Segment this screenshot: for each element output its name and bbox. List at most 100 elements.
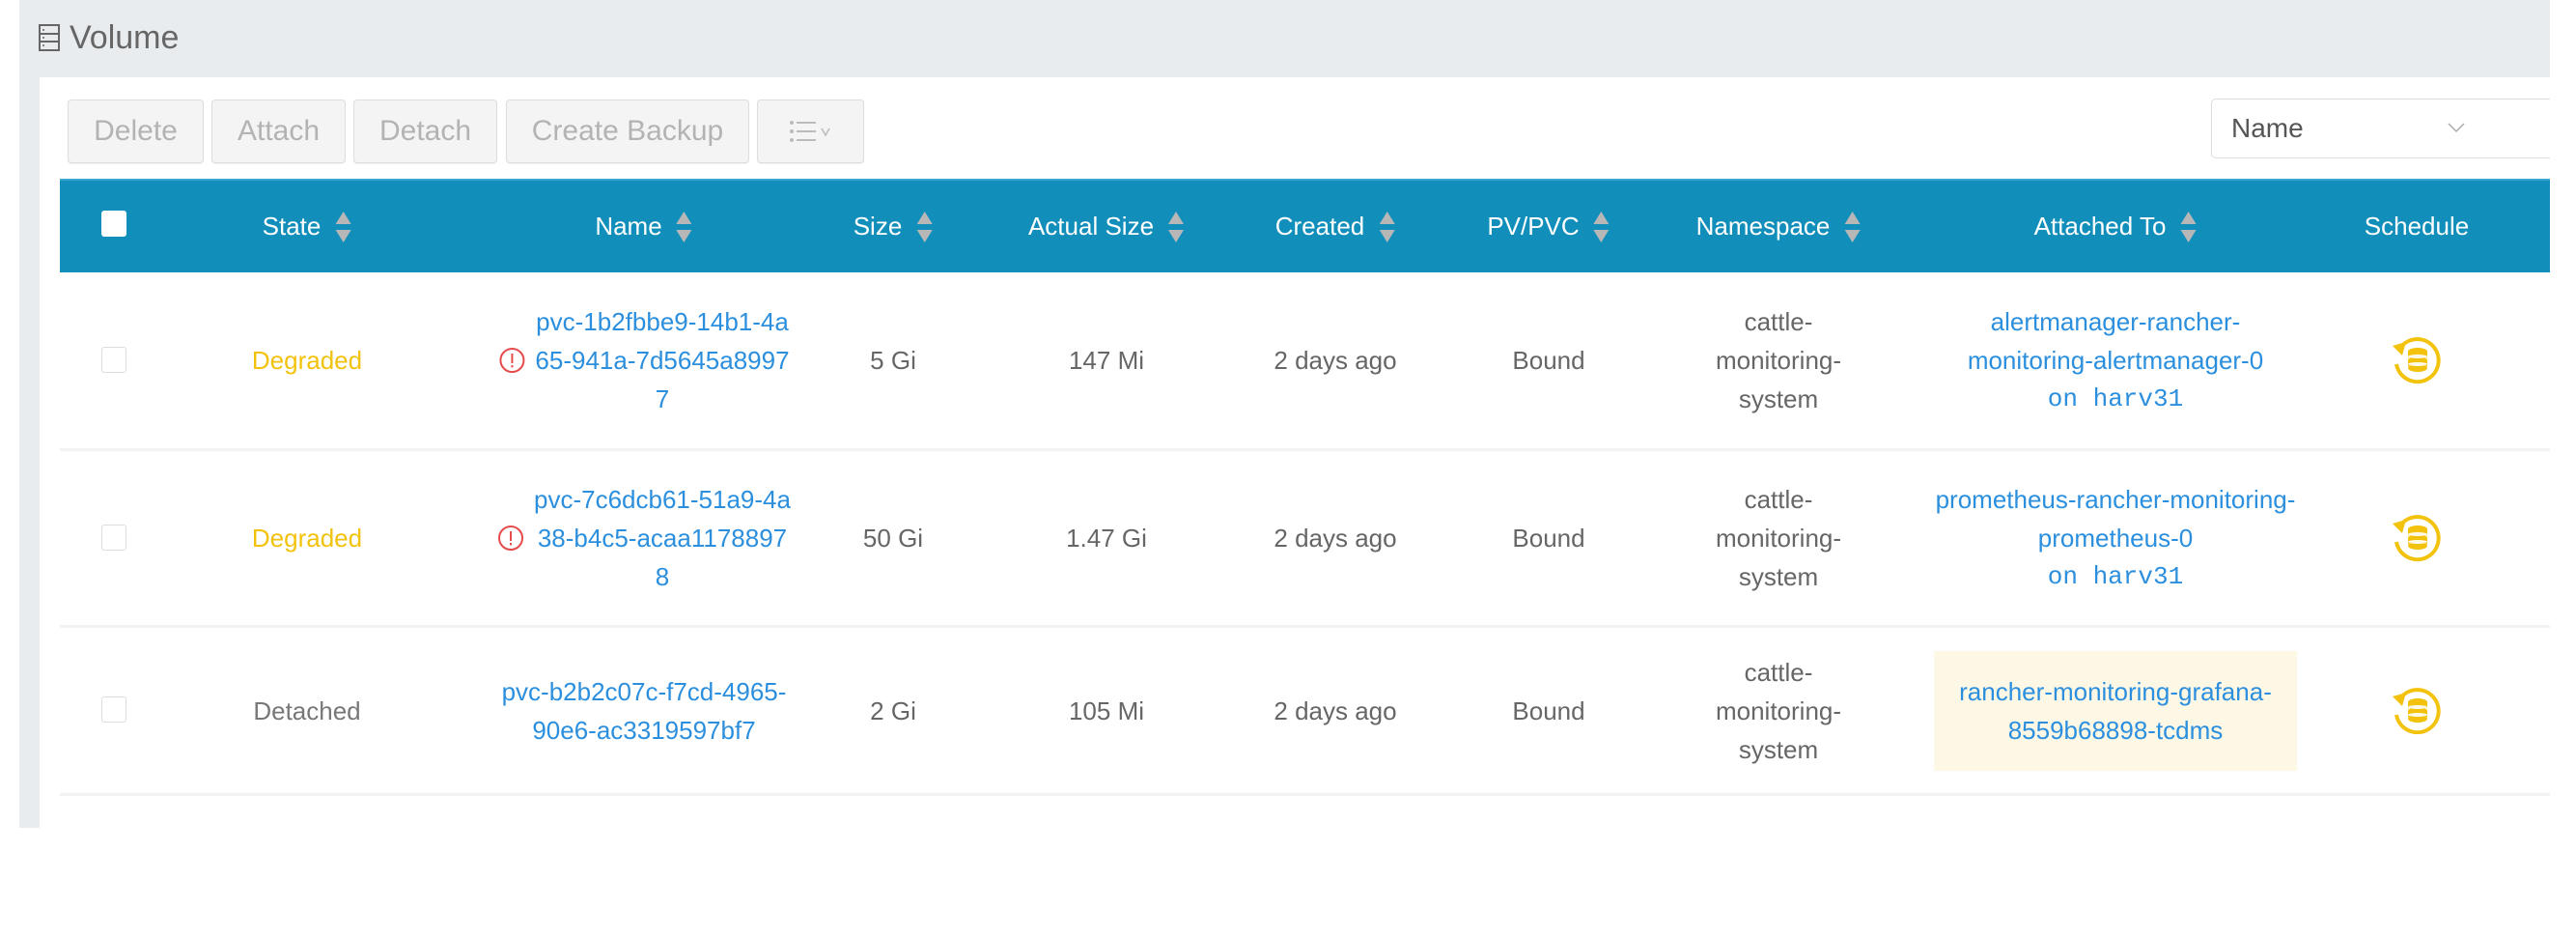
volume-name-link[interactable]: pvc-7c6dcb61-51a9-4a 38-b4c5-acaa1178897 8 <box>534 480 791 596</box>
attached-pod-link[interactable]: rancher-monitoring-grafana- <box>1959 672 2272 711</box>
sort-icon[interactable] <box>915 211 933 242</box>
column-header-state[interactable]: State <box>263 181 352 272</box>
namespace-cell: cattle-monitoring-system <box>1716 628 1841 793</box>
status-text: Degraded <box>251 524 363 553</box>
attach-button[interactable]: Attach <box>211 99 346 163</box>
namespace-line: cattle- <box>1744 307 1813 336</box>
volume-name-line: 65-941a-7d5645a8997 <box>535 346 790 375</box>
created-cell: 2 days ago <box>1274 451 1396 625</box>
schedule-cell <box>2389 628 2445 793</box>
attached-pod-link[interactable]: prometheus-0 <box>1936 519 2296 557</box>
attached-to-value: alertmanager-rancher-monitoring-alertman… <box>1968 302 2263 418</box>
recurring-backup-icon[interactable] <box>2389 332 2445 388</box>
column-header-schedule: Schedule <box>2364 212 2470 241</box>
sort-icon[interactable] <box>1843 211 1861 242</box>
table-row[interactable]: Degraded pvc-1b2fbbe9-14b1-4a 65-941a-7d56… <box>60 272 2550 451</box>
namespace-line: cattle- <box>1744 485 1813 514</box>
attached-to-value: prometheus-rancher-monitoring-prometheus… <box>1936 480 2296 596</box>
server-rack-icon <box>39 24 60 51</box>
pv-pvc-cell: Bound <box>1512 272 1584 448</box>
attached-pod-link[interactable]: monitoring-alertmanager-0 <box>1968 341 2263 380</box>
state-cell: Degraded <box>252 451 362 625</box>
list-chevron-icon <box>789 121 830 142</box>
attached-to-cell: rancher-monitoring-grafana- 8559b68898-tc… <box>1934 628 2297 793</box>
actual-size-cell: 147 Mi <box>1069 272 1144 448</box>
sort-icon[interactable] <box>1593 211 1610 242</box>
actual-size-value: 105 Mi <box>1068 696 1145 725</box>
created-cell: 2 days ago <box>1274 272 1396 448</box>
recurring-backup-icon[interactable] <box>2389 510 2445 566</box>
row-checkbox[interactable] <box>101 346 126 373</box>
attached-pod-link[interactable]: prometheus-rancher-monitoring- <box>1936 480 2296 519</box>
volume-name-link[interactable]: pvc-1b2fbbe9-14b1-4a 65-941a-7d5645a8997 7 <box>535 302 789 418</box>
namespace-value: cattle-monitoring-system <box>1716 653 1841 769</box>
size-value: 2 Gi <box>870 696 916 725</box>
attached-to-cell: alertmanager-rancher-monitoring-alertman… <box>1968 272 2263 448</box>
pv-pvc-status: Bound <box>1512 524 1585 553</box>
status-text: Degraded <box>251 346 363 375</box>
sidebar-stripe <box>19 0 40 828</box>
volume-name-link[interactable]: pvc-b2b2c07c-f7cd-4965- 90e6-ac3319597bf7 <box>502 672 787 750</box>
schedule-cell <box>2389 272 2445 448</box>
column-header-size[interactable]: Size <box>854 181 934 272</box>
sort-icon[interactable] <box>1378 211 1395 242</box>
sort-icon[interactable] <box>676 211 693 242</box>
name-cell: pvc-b2b2c07c-f7cd-4965- 90e6-ac3319597bf7 <box>502 628 787 793</box>
more-actions-button[interactable] <box>757 99 864 163</box>
attached-node: on harv31 <box>2047 562 2184 591</box>
select-all-checkbox[interactable] <box>101 211 126 237</box>
namespace-cell: cattle-monitoring-system <box>1716 272 1841 448</box>
column-header-created[interactable]: Created <box>1275 181 1396 272</box>
attached-pod-link[interactable]: alertmanager-rancher- <box>1968 302 2263 341</box>
table-row[interactable]: Detached pvc-b2b2c07c-f7cd-4965- 90e6-ac33… <box>60 628 2550 796</box>
row-checkbox[interactable] <box>101 524 126 551</box>
delete-button[interactable]: Delete <box>68 99 204 163</box>
namespace-line: system <box>1738 562 1819 591</box>
sort-icon[interactable] <box>1167 211 1185 242</box>
size-value: 50 Gi <box>862 524 924 553</box>
attached-to-value: rancher-monitoring-grafana- 8559b68898-tc… <box>1934 650 2297 771</box>
table-row[interactable]: Degraded pvc-7c6dcb61-51a9-4a 38-b4c5-acaa… <box>60 451 2550 628</box>
sort-icon[interactable] <box>2179 211 2197 242</box>
chevron-down-icon <box>2448 123 2465 133</box>
actual-size-cell: 105 Mi <box>1069 628 1144 793</box>
attached-to-cell: prometheus-rancher-monitoring-prometheus… <box>1936 451 2296 625</box>
pv-pvc-status: Bound <box>1512 696 1585 725</box>
column-header-pv-pvc[interactable]: PV/PVC <box>1487 181 1610 272</box>
created-value: 2 days ago <box>1274 524 1397 553</box>
row-checkbox[interactable] <box>101 696 126 723</box>
sort-icon[interactable] <box>334 211 351 242</box>
created-value: 2 days ago <box>1274 696 1397 725</box>
namespace-line: monitoring- <box>1715 524 1842 553</box>
column-header-actual-size[interactable]: Actual Size <box>1028 181 1185 272</box>
namespace-line: cattle- <box>1744 657 1813 687</box>
namespace-line: system <box>1738 384 1819 413</box>
name-cell: pvc-1b2fbbe9-14b1-4a 65-941a-7d5645a8997 7 <box>498 272 790 448</box>
size-cell: 2 Gi <box>870 628 916 793</box>
volume-name-line: pvc-1b2fbbe9-14b1-4a <box>536 307 789 336</box>
volume-name-line: 90e6-ac3319597bf7 <box>532 715 756 745</box>
attached-node: on harv31 <box>2047 384 2184 413</box>
namespace-value: cattle-monitoring-system <box>1716 480 1841 596</box>
namespace-line: monitoring- <box>1715 696 1842 725</box>
page-header <box>19 0 2550 77</box>
pv-pvc-status: Bound <box>1512 346 1585 375</box>
volume-name-line: 7 <box>655 384 670 413</box>
detach-button[interactable]: Detach <box>353 99 497 163</box>
create-backup-button[interactable]: Create Backup <box>506 99 749 163</box>
attached-pod-link[interactable]: 8559b68898-tcdms <box>1959 711 2272 750</box>
size-cell: 5 Gi <box>870 272 916 448</box>
column-header-name[interactable]: Name <box>595 181 692 272</box>
volume-name-line: pvc-7c6dcb61-51a9-4a <box>534 485 791 514</box>
alert-circle-icon <box>498 525 524 551</box>
actual-size-value: 147 Mi <box>1068 346 1145 375</box>
search-field-select[interactable]: Name <box>2211 99 2487 158</box>
column-header-attached-to[interactable]: Attached To <box>2034 181 2198 272</box>
state-cell: Degraded <box>252 272 362 448</box>
column-header-namespace[interactable]: Namespace <box>1696 181 1862 272</box>
size-value: 5 Gi <box>870 346 916 375</box>
recurring-backup-icon[interactable] <box>2389 683 2445 739</box>
state-cell: Detached <box>253 628 360 793</box>
search-field-selected: Name <box>2231 113 2304 143</box>
volume-name-line: 38-b4c5-acaa1178897 <box>537 524 788 553</box>
